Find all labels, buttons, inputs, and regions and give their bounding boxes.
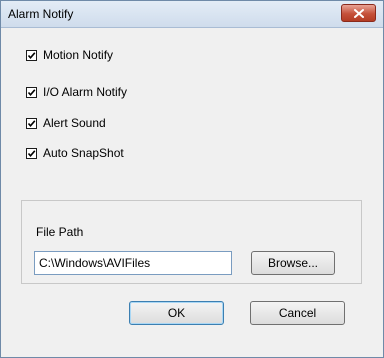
file-path-group: File Path C:\Windows\AVIFiles Browse... (21, 200, 362, 284)
checkbox-motion-notify[interactable]: Motion Notify (26, 47, 113, 63)
dialog-body: Motion Notify I/O Alarm Notify Alert Sou… (1, 28, 383, 357)
checkbox-alert-sound[interactable]: Alert Sound (26, 115, 106, 131)
close-button[interactable] (341, 4, 376, 22)
browse-button[interactable]: Browse... (251, 251, 335, 275)
window-title: Alarm Notify (8, 7, 74, 21)
checkbox-box[interactable] (26, 117, 37, 129)
checkbox-label: Alert Sound (43, 116, 106, 130)
close-icon (354, 9, 364, 18)
checkmark-icon (27, 88, 36, 96)
checkbox-auto-snapshot[interactable]: Auto SnapShot (26, 145, 124, 161)
checkbox-box[interactable] (26, 86, 37, 98)
checkbox-label: I/O Alarm Notify (43, 85, 128, 99)
checkbox-label: Auto SnapShot (43, 146, 124, 160)
file-path-label: File Path (36, 225, 84, 239)
checkbox-label: Motion Notify (43, 48, 114, 62)
checkbox-box[interactable] (26, 147, 37, 159)
checkmark-icon (27, 51, 36, 59)
checkmark-icon (27, 149, 36, 157)
file-path-input[interactable]: C:\Windows\AVIFiles (34, 251, 232, 275)
cancel-button[interactable]: Cancel (250, 301, 345, 325)
alarm-notify-dialog: Alarm Notify Motion Notify I/O Alarm Not… (0, 0, 384, 358)
ok-button[interactable]: OK (129, 301, 224, 325)
checkbox-io-alarm-notify[interactable]: I/O Alarm Notify (26, 84, 127, 100)
checkbox-box[interactable] (26, 49, 37, 61)
checkmark-icon (27, 119, 36, 127)
title-bar[interactable]: Alarm Notify (1, 1, 383, 28)
